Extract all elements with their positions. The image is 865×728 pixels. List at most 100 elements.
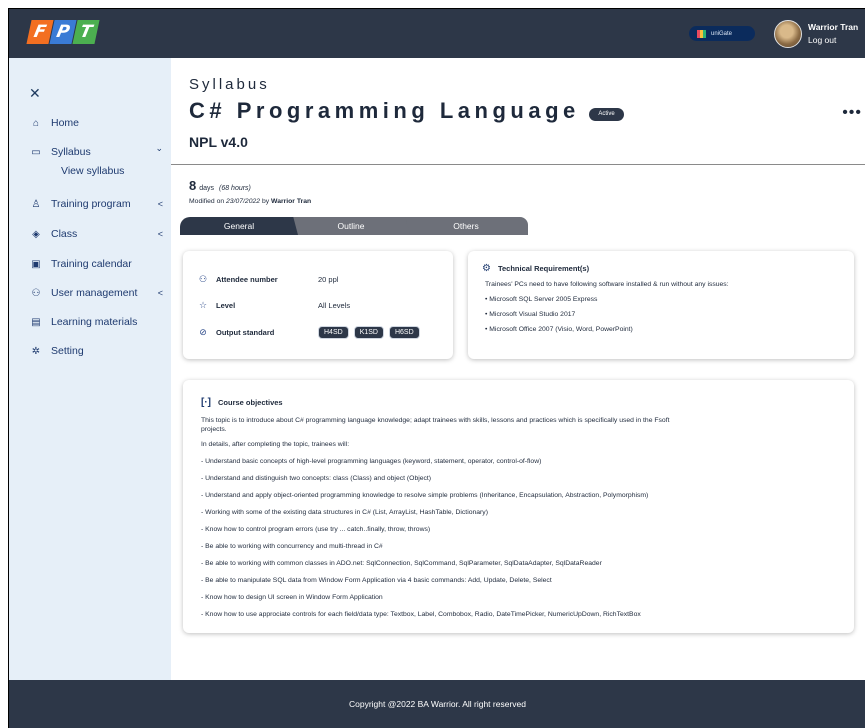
objective-line: This topic is to introduce about C# prog… (201, 417, 670, 424)
output-chip-k1sd[interactable]: K1SD (353, 326, 384, 339)
divider (171, 164, 865, 165)
sidebar-item-label: Learning materials (51, 316, 138, 328)
output-chip-h6sd[interactable]: H6SD (388, 326, 420, 339)
page-title: C# Programming Language (189, 98, 580, 123)
unigate-label: uniGate (711, 30, 733, 37)
sidebar-item-learning-materials[interactable]: ▤ Learning materials (9, 312, 171, 332)
technical-requirement-item: • Microsoft SQL Server 2005 Express (485, 296, 598, 303)
close-sidebar-icon[interactable]: ✕ (29, 85, 41, 102)
level-label: Level (216, 301, 236, 310)
breadcrumb: Syllabus (189, 76, 270, 93)
sidebar-item-setting[interactable]: ✲ Setting (9, 341, 171, 361)
objective-line: - Be able to working with common classes… (201, 560, 602, 567)
output-standard-row: ⊘ Output standard H4SD K1SD H6SD (197, 326, 425, 339)
folder-icon: ▤ (31, 316, 41, 328)
graduation-cap-icon: ◈ (32, 228, 40, 240)
level-row: ☆ Level All Levels (197, 300, 350, 311)
tab-general[interactable]: General (180, 217, 298, 235)
sidebar-item-home[interactable]: ⌂ Home (9, 113, 171, 133)
app-frame: F P T uniGate Warrior Tran Log out ✕ ⌂ H… (8, 8, 865, 728)
course-objectives-title: Course objectives (218, 398, 283, 407)
main-content: Syllabus C# Programming Language Active … (171, 58, 865, 680)
sidebar-item-label: Training calendar (51, 258, 132, 270)
attendee-value: 20 ppl (318, 275, 339, 284)
book-icon: ▭ (31, 146, 41, 158)
shield-check-icon: ⊘ (199, 327, 207, 337)
chevron-left-icon: < (157, 288, 163, 298)
sidebar-item-label: Syllabus (51, 146, 91, 158)
technical-requirements-card: ⚙ Technical Requirement(s) Trainees' PCs… (468, 251, 854, 359)
status-badge: Active (589, 108, 624, 121)
days-unit: days (199, 185, 215, 192)
modified-by-word: by (261, 198, 270, 205)
output-chip-h4sd[interactable]: H4SD (318, 326, 349, 339)
calendar-icon: ▣ (31, 258, 41, 270)
avatar[interactable] (774, 20, 802, 48)
objective-line: - Know how to use approciate controls fo… (201, 611, 641, 618)
top-bar: F P T uniGate Warrior Tran Log out (9, 9, 865, 58)
sidebar-item-training-calendar[interactable]: ▣ Training calendar (9, 254, 171, 274)
attendee-row: ⚇ Attendee number 20 ppl (197, 274, 338, 285)
chevron-down-icon: ⌄ (155, 143, 163, 153)
sidebar-item-training-program[interactable]: ♙ Training program < (9, 194, 171, 214)
star-icon: ☆ (198, 300, 208, 310)
technical-requirements-intro: Trainees' PCs need to have following sof… (485, 281, 729, 288)
sidebar-item-label: Training program (51, 198, 131, 210)
technical-requirements-title: Technical Requirement(s) (497, 264, 590, 273)
tab-others[interactable]: Others (404, 217, 528, 235)
objective-line: - Understand basic concepts of high-leve… (201, 458, 542, 465)
sidebar-item-label: User management (51, 287, 138, 299)
objective-line: - Know how to design UI screen in Window… (201, 594, 383, 601)
sidebar-item-label: Home (51, 117, 80, 129)
sidebar-item-class[interactable]: ◈ Class < (9, 224, 171, 244)
sidebar-item-syllabus[interactable]: ▭ Syllabus ⌄ (9, 142, 171, 162)
users-icon: ⚇ (31, 287, 41, 299)
chevron-left-icon: < (157, 199, 163, 209)
users-icon: ⚇ (198, 274, 208, 284)
fpt-logo[interactable]: F P T (26, 20, 100, 44)
modified-info: Modified on 23/07/2022 by Warrior Tran (189, 198, 311, 205)
level-value: All Levels (318, 301, 351, 310)
logout-link[interactable]: Log out (808, 35, 836, 45)
syllabus-version: NPL v4.0 (189, 134, 248, 150)
unigate-logo-icon (697, 29, 706, 38)
general-info-card: ⚇ Attendee number 20 ppl ☆ Level All Lev… (183, 251, 453, 359)
objective-line: - Working with some of the existing data… (201, 509, 488, 516)
sidebar: ✕ ⌂ Home ▭ Syllabus ⌄ View syllabus ♙ Tr… (9, 58, 171, 680)
modified-prefix: Modified on (189, 198, 225, 205)
objective-line: - Understand and apply object-oriented p… (201, 492, 649, 499)
logo-letter-t: T (72, 20, 100, 44)
objective-line: - Understand and distinguish two concept… (201, 475, 432, 482)
gear-icon: ✲ (31, 345, 41, 357)
technical-requirement-item: • Microsoft Visual Studio 2017 (485, 311, 576, 318)
course-objectives-card: [·] Course objectives This topic is to i… (183, 380, 854, 633)
tab-outline[interactable]: Outline (292, 217, 410, 235)
attendee-label: Attendee number (216, 275, 278, 284)
settings-icon: ⚙ (482, 263, 491, 274)
hours-count: (68 hours) (218, 185, 251, 192)
objective-line: In details, after completing the topic, … (201, 441, 350, 448)
sidebar-item-user-management[interactable]: ⚇ User management < (9, 283, 171, 303)
modified-by: Warrior Tran (271, 198, 312, 205)
sidebar-subitem-view-syllabus[interactable]: View syllabus (61, 165, 124, 177)
objective-line: - Be able to manipulate SQL data from Wi… (201, 577, 552, 584)
footer: Copyright @2022 BA Warrior. All right re… (9, 680, 865, 728)
unigate-badge[interactable]: uniGate (689, 26, 755, 41)
technical-requirement-item: • Microsoft Office 2007 (Visio, Word, Po… (485, 326, 633, 333)
sidebar-item-label: Class (51, 228, 78, 240)
objective-line: projects. (201, 426, 227, 433)
home-icon: ⌂ (32, 117, 40, 129)
microscope-icon: ♙ (31, 198, 41, 210)
user-name: Warrior Tran (808, 22, 859, 32)
more-options-icon[interactable]: ••• (842, 104, 862, 122)
sidebar-item-label: Setting (51, 345, 84, 357)
output-standard-label: Output standard (216, 328, 275, 337)
objective-line: - Know how to control program errors (us… (201, 526, 431, 533)
modified-date: 23/07/2022 (226, 198, 261, 205)
days-count: 8 (189, 178, 197, 193)
objective-line: - Be able to working with concurrency an… (201, 543, 383, 550)
chevron-left-icon: < (157, 229, 163, 239)
duration: 8 days (68 hours) (189, 178, 251, 193)
technical-requirements-heading: ⚙ Technical Requirement(s) (482, 263, 589, 274)
copyright-text: Copyright @2022 BA Warrior. All right re… (349, 699, 526, 709)
